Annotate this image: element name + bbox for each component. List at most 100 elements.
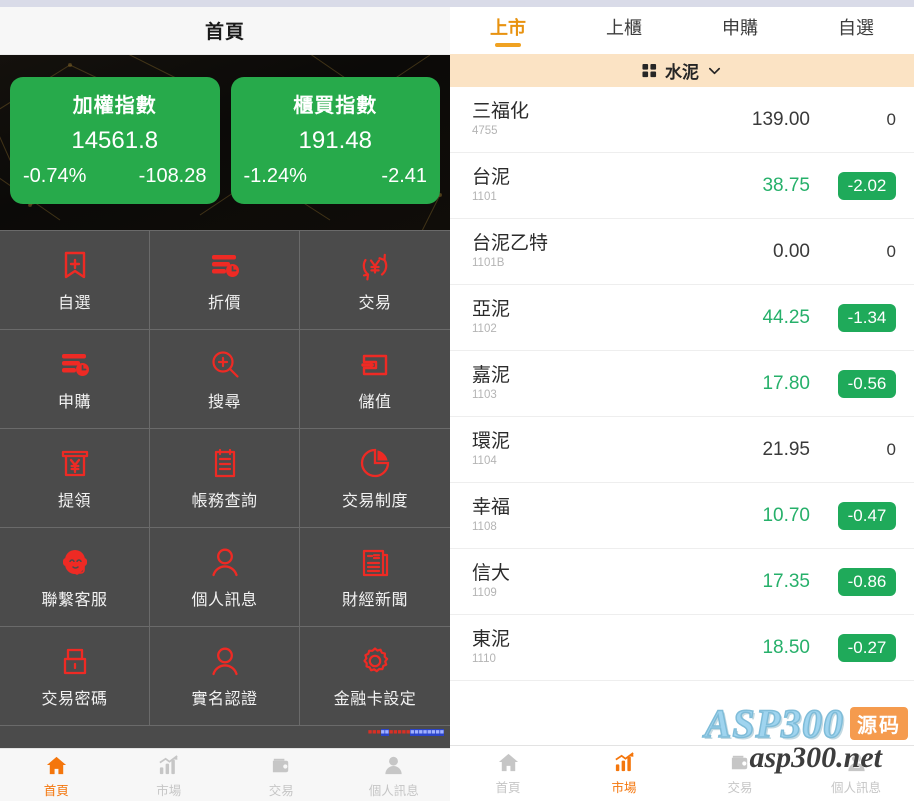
stock-change: -2.02 <box>838 171 896 200</box>
stock-code: 1102 <box>472 323 497 335</box>
tab-label: 自選 <box>838 18 874 38</box>
stock-row[interactable]: 台泥 1101 38.75 -2.02 <box>450 153 914 219</box>
tab-listed[interactable]: 上市 <box>450 7 566 54</box>
tab-otc[interactable]: 上櫃 <box>566 7 682 54</box>
menu-item-discount[interactable]: 折價 <box>150 231 300 330</box>
menu-item-customer-service[interactable]: 聯繫客服 <box>0 528 150 627</box>
stock-name: 東泥 <box>472 629 511 650</box>
stock-code: 1101B <box>472 257 505 269</box>
app-screenshot: 首頁 加權指數 14561.8 -0.74% -108.28 櫃買指數 191.… <box>0 0 914 801</box>
stock-row[interactable]: 亞泥 1102 44.25 -1.34 <box>450 285 914 351</box>
stock-change: -0.27 <box>838 633 896 662</box>
menu-item-watchlist[interactable]: 自選 <box>0 231 150 330</box>
stock-change: -0.86 <box>838 567 896 596</box>
nav-item-label: 交易 <box>268 784 294 798</box>
nav-item-trade[interactable]: 交易 <box>682 746 798 801</box>
tab-underline <box>727 43 753 47</box>
tab-label: 申購 <box>722 18 758 38</box>
menu-item-personal-message[interactable]: 個人訊息 <box>150 528 300 627</box>
stock-change: -1.34 <box>838 303 896 332</box>
menu-item-bankcard-settings[interactable]: 金融卡設定 <box>300 627 450 726</box>
stock-change: -0.56 <box>838 369 896 398</box>
stock-code: 1109 <box>472 587 497 599</box>
stock-row[interactable]: 三福化 4755 139.00 0 <box>450 87 914 153</box>
nav-item-market[interactable]: 市場 <box>113 749 226 801</box>
tab-label: 上市 <box>490 18 526 38</box>
stock-code: 1104 <box>472 455 497 467</box>
wallet-icon <box>270 754 293 777</box>
menu-item-account-query[interactable]: 帳務查詢 <box>150 429 300 528</box>
nav-item-label: 市場 <box>611 781 637 795</box>
stock-price: 0.00 <box>773 240 810 262</box>
stock-row[interactable]: 信大 1109 17.35 -0.86 <box>450 549 914 615</box>
lock-icon <box>58 644 92 678</box>
nav-item-profile[interactable]: 個人訊息 <box>798 746 914 801</box>
stock-row[interactable]: 環泥 1104 21.95 0 <box>450 417 914 483</box>
list-clock-icon <box>58 347 92 381</box>
stock-row[interactable]: 幸福 1108 10.70 -0.47 <box>450 483 914 549</box>
menu-item-trade-rules[interactable]: 交易制度 <box>300 429 450 528</box>
home-panel: 首頁 加權指數 14561.8 -0.74% -108.28 櫃買指數 191.… <box>0 0 450 801</box>
menu-item-label: 聯繫客服 <box>41 591 108 609</box>
bookmark-plus-icon <box>58 248 92 282</box>
menu-item-financial-news[interactable]: 財經新聞 <box>300 528 450 627</box>
page-title: 首頁 <box>204 22 245 43</box>
stock-price: 21.95 <box>762 438 810 460</box>
index-value: 14561.8 <box>71 127 159 154</box>
chart-icon <box>157 754 180 777</box>
category-label: 水泥 <box>665 63 699 82</box>
stock-change: 0 <box>886 109 896 129</box>
nav-item-profile[interactable]: 個人訊息 <box>338 749 451 801</box>
menu-item-search[interactable]: 搜尋 <box>150 330 300 429</box>
wallet-in-icon <box>358 347 392 381</box>
menu-item-label: 交易密碼 <box>41 690 108 708</box>
index-card[interactable]: 加權指數 14561.8 -0.74% -108.28 <box>10 77 220 204</box>
stock-row[interactable]: 東泥 1110 18.50 -0.27 <box>450 615 914 681</box>
nav-item-home[interactable]: 首頁 <box>450 746 566 801</box>
clipboard-list-icon <box>208 446 242 480</box>
category-selector[interactable]: 水泥 <box>450 54 914 87</box>
stock-name: 嘉泥 <box>472 365 511 386</box>
menu-item-identity-verification[interactable]: 實名認證 <box>150 627 300 726</box>
menu-item-deposit[interactable]: 儲值 <box>300 330 450 429</box>
stock-price: 10.70 <box>762 504 810 526</box>
menu-item-withdraw[interactable]: 提領 <box>0 429 150 528</box>
nav-item-trade[interactable]: 交易 <box>225 749 338 801</box>
menu-item-label: 交易制度 <box>341 492 408 510</box>
menu-item-trade[interactable]: 交易 <box>300 231 450 330</box>
stock-row[interactable]: 台泥乙特 1101B 0.00 0 <box>450 219 914 285</box>
bottom-nav-right: 首頁 市場 交易 個人訊息 <box>450 745 914 801</box>
menu-item-subscription[interactable]: 申購 <box>0 330 150 429</box>
menu-item-label: 個人訊息 <box>191 591 258 609</box>
home-icon <box>45 754 68 777</box>
user-icon <box>208 545 242 579</box>
stock-code: 1110 <box>472 653 496 665</box>
chart-icon <box>613 751 636 774</box>
stock-price: 17.80 <box>762 372 810 394</box>
atm-yen-icon <box>58 446 92 480</box>
index-card-list: 加權指數 14561.8 -0.74% -108.28 櫃買指數 191.48 … <box>0 55 450 230</box>
index-card[interactable]: 櫃買指數 191.48 -1.24% -2.41 <box>230 77 440 204</box>
tab-subscription[interactable]: 申購 <box>682 7 798 54</box>
stock-name: 台泥乙特 <box>472 233 549 254</box>
ticker-text: ■■■■■■■■■■■■■■■■■■ <box>367 729 444 736</box>
nav-item-label: 個人訊息 <box>830 781 881 795</box>
market-panel: 上市 上櫃 申購 自選 水泥 三福化 4755 139.00 0 台泥 1101… <box>450 0 914 801</box>
yen-refresh-icon <box>358 248 392 282</box>
stock-code: 4755 <box>472 125 498 137</box>
pie-chart-icon <box>358 446 392 480</box>
nav-item-home[interactable]: 首頁 <box>0 749 113 801</box>
home-menu-grid: 自選 折價 交易 申購 搜尋 儲值 提領 帳務查詢 交易制度 聯繫客服 個人訊息… <box>0 230 450 726</box>
index-value: 191.48 <box>298 127 372 154</box>
stock-list: 三福化 4755 139.00 0 台泥 1101 38.75 -2.02 台泥… <box>450 87 914 745</box>
nav-item-market[interactable]: 市場 <box>566 746 682 801</box>
menu-item-label: 搜尋 <box>207 393 241 411</box>
stock-row[interactable]: 嘉泥 1103 17.80 -0.56 <box>450 351 914 417</box>
menu-item-label: 申購 <box>57 393 91 411</box>
menu-item-trade-password[interactable]: 交易密碼 <box>0 627 150 726</box>
stock-price: 139.00 <box>751 108 810 130</box>
tab-watchlist[interactable]: 自選 <box>798 7 914 54</box>
stock-name: 三福化 <box>472 101 530 122</box>
stock-name: 環泥 <box>472 431 511 452</box>
ticker-strip: ■■■■■■■■■■■■■■■■■■ <box>0 726 450 748</box>
